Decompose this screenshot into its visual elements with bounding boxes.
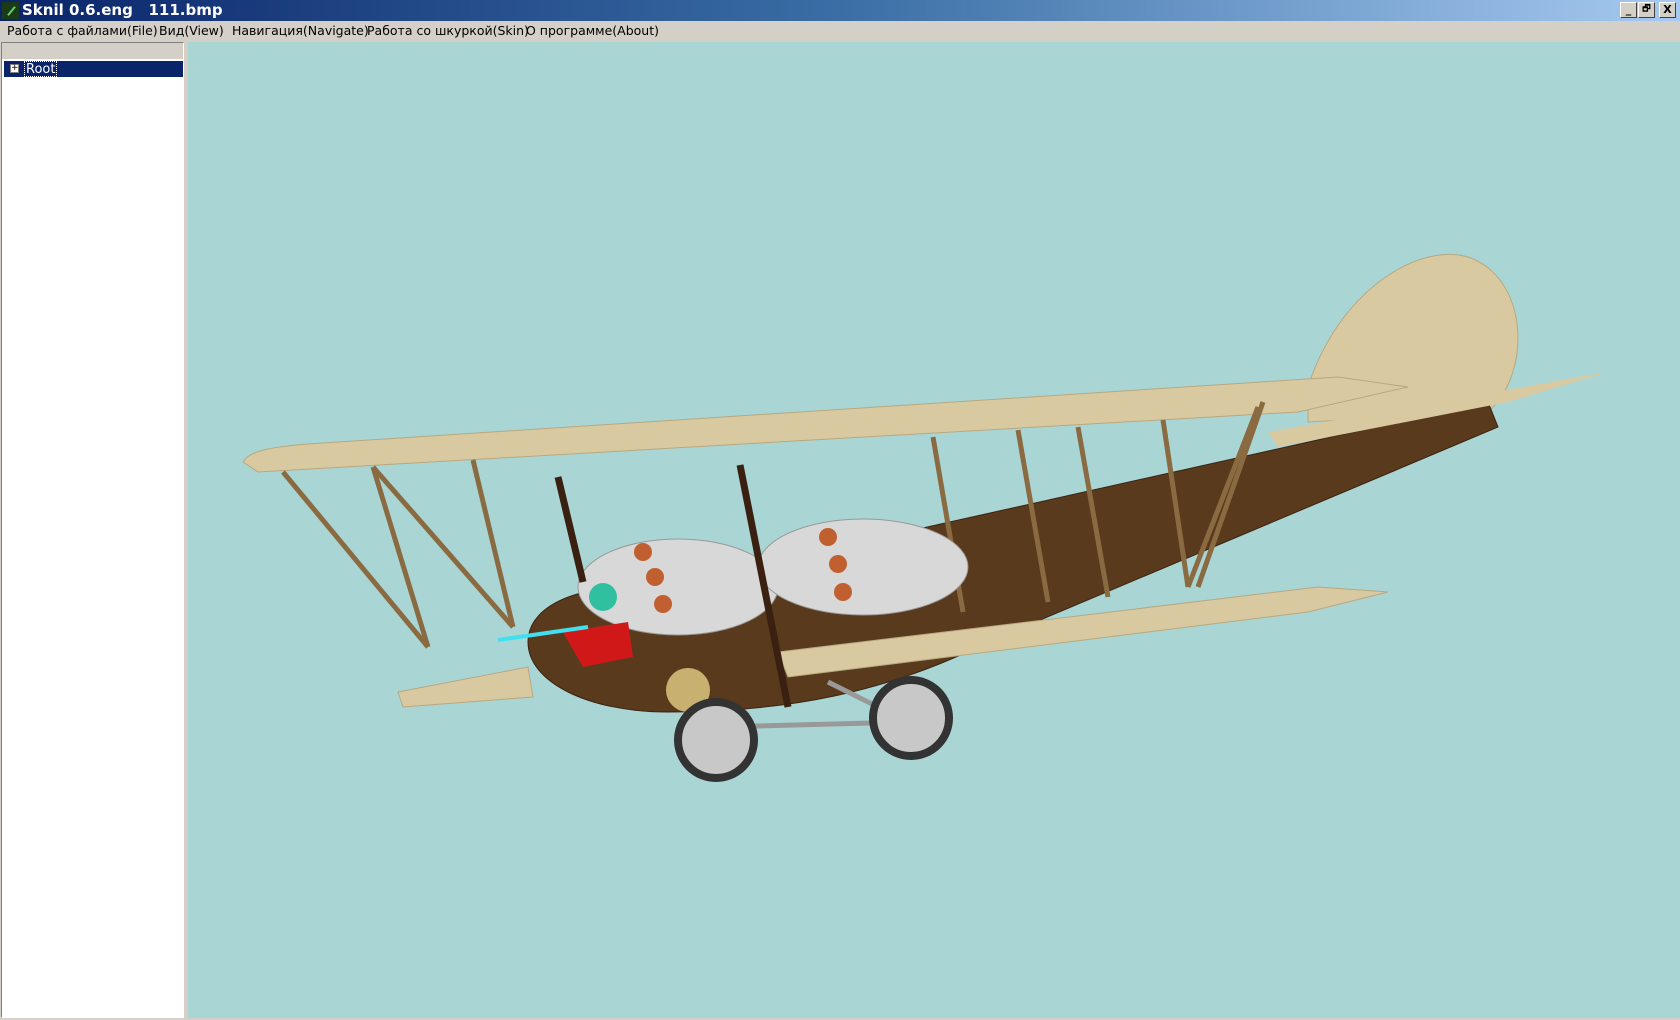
app-icon[interactable] [2, 2, 19, 19]
menu-view[interactable]: Вид(View) [152, 21, 231, 41]
tree-item-root[interactable]: + Root [4, 61, 183, 77]
3d-viewport[interactable] [188, 42, 1680, 1018]
biplane-model [242, 253, 1608, 782]
upper-wing [242, 376, 1409, 473]
restore-button[interactable]: 🗗 [1638, 2, 1655, 18]
engine-right [757, 518, 969, 616]
gunner-figure [589, 583, 617, 611]
window-title: Sknil 0.6.eng 111.bmp [22, 1, 223, 19]
title-bar: Sknil 0.6.eng 111.bmp _ 🗗 X [0, 0, 1680, 21]
expand-icon[interactable]: + [10, 64, 19, 73]
tree-header [2, 43, 183, 60]
menu-skin[interactable]: Работа со шкуркой(Skin) [360, 21, 536, 41]
menu-bar: Работа с файлами(File) Вид(View) Навигац… [0, 21, 1680, 41]
tree-item-label: Root [24, 61, 58, 77]
object-tree[interactable]: + Root [1, 42, 184, 1018]
menu-file[interactable]: Работа с файлами(File) [0, 21, 165, 41]
wheel-left [674, 698, 758, 782]
menu-navigate[interactable]: Навигация(Navigate) [225, 21, 376, 41]
propeller-left [554, 476, 587, 583]
minimize-button[interactable]: _ [1620, 2, 1637, 18]
menu-about[interactable]: О программе(About) [519, 21, 666, 41]
close-button[interactable]: X [1659, 2, 1676, 18]
lower-wing-left [397, 666, 534, 708]
wheel-right [869, 676, 953, 760]
